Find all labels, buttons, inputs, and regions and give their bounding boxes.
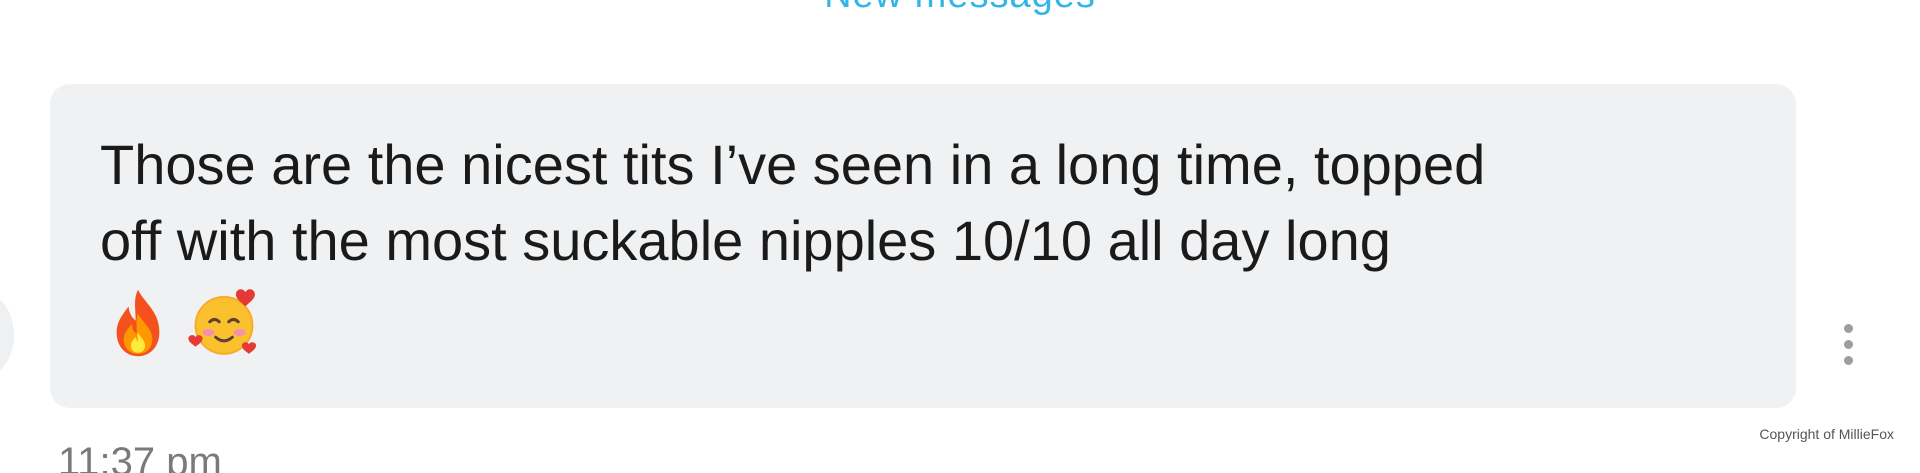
more-options-button[interactable] xyxy=(1828,316,1868,372)
vertical-dots-icon xyxy=(1843,355,1853,365)
conversation-view: New messages Those are the nicest tits I… xyxy=(0,0,1920,473)
fire-emoji-icon xyxy=(116,289,160,357)
smiling-face-with-hearts-emoji-icon xyxy=(188,289,257,355)
new-messages-divider: New messages xyxy=(0,0,1920,17)
message-timestamp: 11:37 pm xyxy=(58,440,222,473)
sender-avatar[interactable] xyxy=(0,290,14,380)
vertical-dots-icon xyxy=(1843,339,1853,349)
message-bubble[interactable]: Those are the nicest tits I’ve seen in a… xyxy=(50,84,1796,408)
vertical-dots-icon xyxy=(1843,323,1853,333)
emoji-row xyxy=(100,285,1796,361)
copyright-watermark: Copyright of MillieFox xyxy=(1759,426,1894,442)
message-text: Those are the nicest tits I’ve seen in a… xyxy=(100,133,1486,272)
